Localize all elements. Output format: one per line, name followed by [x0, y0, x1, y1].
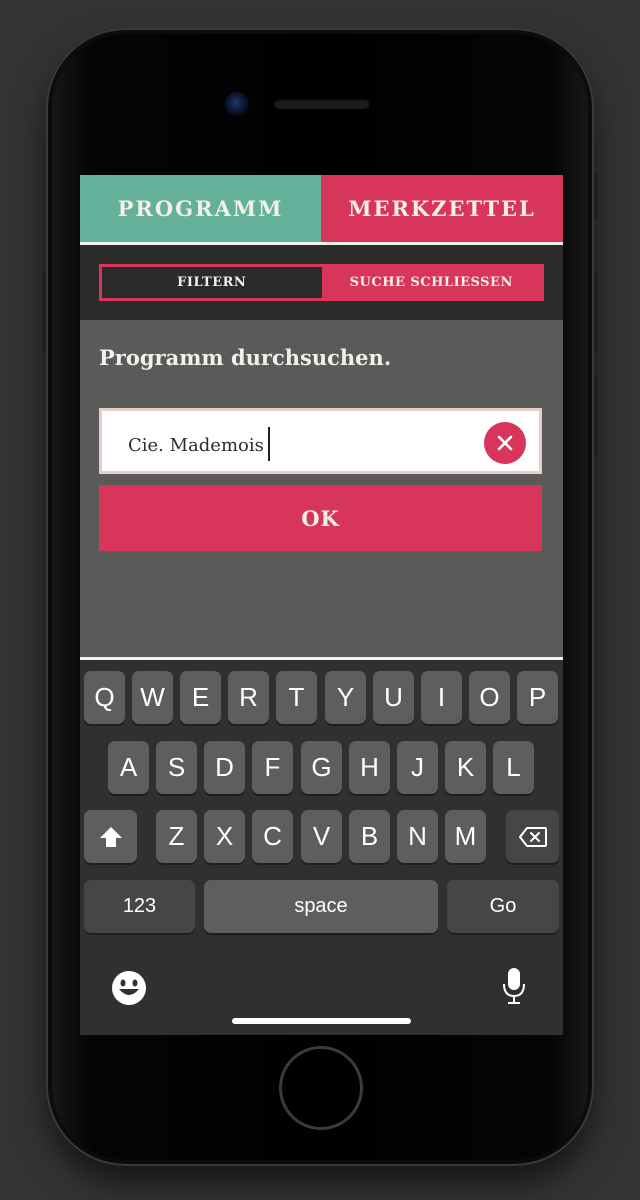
key-label: D [215, 752, 234, 782]
key-label: N [408, 821, 427, 851]
key-y[interactable]: Y [325, 671, 366, 724]
key-m[interactable]: M [445, 810, 486, 863]
key-label: E [191, 682, 210, 712]
key-g[interactable]: G [301, 741, 342, 794]
key-o[interactable]: O [469, 671, 510, 724]
filter-bar: FILTERN SUCHE SCHLIESSEN [80, 245, 563, 320]
dictation-button[interactable] [499, 966, 529, 1006]
key-label: T [288, 682, 305, 712]
key-d[interactable]: D [204, 741, 245, 794]
key-z[interactable]: Z [156, 810, 197, 863]
key-label: Y [336, 682, 355, 712]
key-label: P [528, 682, 547, 712]
key-label: C [263, 821, 282, 851]
key-h[interactable]: H [349, 741, 390, 794]
key-r[interactable]: R [228, 671, 269, 724]
tab-bar: PROGRAMM MERKZETTEL [80, 175, 563, 242]
key-i[interactable]: I [421, 671, 462, 724]
search-input-value-wrapper: Cie. Mademois [128, 427, 270, 463]
key-label: F [264, 752, 281, 782]
filter-segmented-control: FILTERN SUCHE SCHLIESSEN [99, 264, 544, 301]
key-q[interactable]: Q [84, 671, 125, 724]
key-p[interactable]: P [517, 671, 558, 724]
keyboard: Q W E R T Y U I O P A S D F G H J K L Z … [80, 660, 563, 1035]
search-input[interactable]: Cie. Mademois [99, 408, 542, 474]
front-camera [225, 92, 249, 116]
filter-button-label: FILTERN [177, 275, 247, 290]
key-l[interactable]: L [493, 741, 534, 794]
earpiece-speaker [274, 99, 370, 109]
key-c[interactable]: C [252, 810, 293, 863]
close-icon [497, 435, 513, 451]
key-label: K [456, 752, 475, 782]
key-label: U [384, 682, 403, 712]
key-n[interactable]: N [397, 810, 438, 863]
numbers-key[interactable]: 123 [84, 880, 195, 933]
search-input-value: Cie. Mademois [128, 435, 264, 456]
space-key-label: space [294, 895, 348, 917]
ok-button-label: OK [301, 505, 340, 531]
text-caret [267, 427, 270, 461]
key-label: H [360, 752, 379, 782]
key-label: M [454, 821, 477, 851]
key-x[interactable]: X [204, 810, 245, 863]
backspace-icon [518, 826, 547, 847]
key-label: Z [168, 821, 185, 851]
close-search-button[interactable]: SUCHE SCHLIESSEN [321, 267, 541, 298]
key-a[interactable]: A [108, 741, 149, 794]
side-button-left [42, 271, 46, 351]
tab-merkzettel[interactable]: MERKZETTEL [321, 175, 563, 242]
side-button-right-mid [594, 271, 598, 351]
ok-button[interactable]: OK [99, 485, 542, 551]
app-screen: PROGRAMM MERKZETTEL FILTERN SUCHE SCHLIE… [80, 175, 563, 1035]
key-label: O [479, 682, 500, 712]
key-label: X [215, 821, 234, 851]
key-label: S [167, 752, 186, 782]
key-f[interactable]: F [252, 741, 293, 794]
go-key[interactable]: Go [447, 880, 559, 933]
key-label: L [506, 752, 521, 782]
side-button-right-low [594, 376, 598, 456]
shift-icon [99, 826, 122, 847]
space-key[interactable]: space [204, 880, 438, 933]
key-w[interactable]: W [132, 671, 173, 724]
key-label: J [411, 752, 424, 782]
key-label: V [312, 821, 331, 851]
numbers-key-label: 123 [122, 895, 157, 917]
emoji-icon [112, 971, 146, 1005]
key-label: W [140, 682, 165, 712]
clear-search-button[interactable] [484, 422, 526, 464]
key-v[interactable]: V [301, 810, 342, 863]
close-search-label: SUCHE SCHLIESSEN [349, 275, 513, 290]
home-indicator[interactable] [232, 1018, 411, 1024]
key-label: B [360, 821, 379, 851]
home-button[interactable] [279, 1046, 363, 1130]
tab-programm[interactable]: PROGRAMM [80, 175, 321, 242]
emoji-button[interactable] [110, 969, 148, 1007]
key-label: Q [94, 682, 115, 712]
key-label: I [437, 682, 446, 712]
backspace-key[interactable] [506, 810, 559, 863]
key-label: A [119, 752, 138, 782]
key-t[interactable]: T [276, 671, 317, 724]
filter-button[interactable]: FILTERN [102, 267, 322, 298]
key-u[interactable]: U [373, 671, 414, 724]
search-title: Programm durchsuchen. [99, 345, 392, 370]
go-key-label: Go [489, 895, 517, 917]
key-e[interactable]: E [180, 671, 221, 724]
tab-programm-label: PROGRAMM [117, 196, 284, 221]
key-j[interactable]: J [397, 741, 438, 794]
shift-key[interactable] [84, 810, 137, 863]
key-b[interactable]: B [349, 810, 390, 863]
key-k[interactable]: K [445, 741, 486, 794]
key-s[interactable]: S [156, 741, 197, 794]
tab-merkzettel-label: MERKZETTEL [348, 196, 536, 221]
key-label: R [239, 682, 258, 712]
key-label: G [311, 752, 332, 782]
side-button-right-top [594, 173, 598, 218]
microphone-icon [503, 968, 525, 1004]
